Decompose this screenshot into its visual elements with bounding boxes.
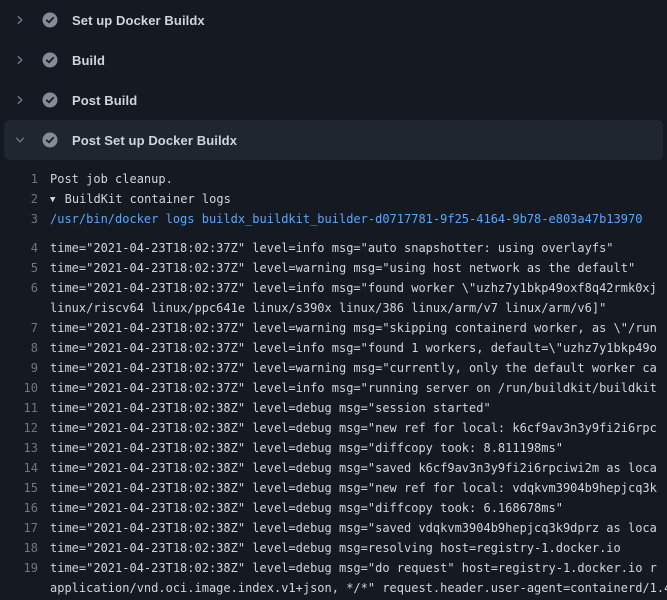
log-line-number	[0, 578, 50, 589]
log-line: 2▼ BuildKit container logs	[0, 189, 667, 209]
log-line-number[interactable]: 15	[0, 478, 50, 489]
log-line-text: time="2021-04-23T18:02:38Z" level=debug …	[50, 418, 657, 429]
log-line-text: time="2021-04-23T18:02:37Z" level=info m…	[50, 338, 657, 349]
step-header-post-set-up-docker-buildx[interactable]: Post Set up Docker Buildx	[4, 120, 663, 160]
step-label: Post Build	[72, 93, 137, 108]
log-line-text: application/vnd.oci.image.index.v1+json,…	[50, 578, 667, 589]
log-line-number[interactable]: 1	[0, 169, 50, 189]
log-group-toggle[interactable]: ▼ BuildKit container logs	[50, 189, 231, 209]
log-line-number[interactable]: 4	[0, 238, 50, 249]
log-line-text: time="2021-04-23T18:02:37Z" level=warnin…	[50, 258, 635, 269]
chevron-right-icon	[4, 54, 30, 66]
log-line-number[interactable]: 10	[0, 378, 50, 389]
log-line-number[interactable]: 2	[0, 189, 50, 209]
log-line-text: linux/riscv64 linux/ppc641e linux/s390x …	[50, 298, 606, 309]
log-line-text: time="2021-04-23T18:02:38Z" level=debug …	[50, 478, 657, 489]
step-header-set-up-docker-buildx[interactable]: Set up Docker Buildx	[4, 0, 663, 40]
log-line: 3/usr/bin/docker logs buildx_buildkit_bu…	[0, 209, 667, 229]
step-label: Post Set up Docker Buildx	[72, 133, 237, 148]
chevron-right-icon	[4, 14, 30, 26]
log-line-text: time="2021-04-23T18:02:38Z" level=debug …	[50, 498, 563, 509]
log-line-number[interactable]: 3	[0, 209, 50, 229]
step-label: Set up Docker Buildx	[72, 13, 205, 28]
steps-list: Set up Docker Buildx Build Post Build Post …	[0, 0, 667, 160]
log-line-text: time="2021-04-23T18:02:37Z" level=warnin…	[50, 318, 657, 329]
step-header-build[interactable]: Build	[4, 40, 663, 80]
log-line-number	[0, 298, 50, 309]
check-circle-icon	[42, 132, 58, 148]
log-line-number[interactable]: 6	[0, 278, 50, 289]
log-line-number[interactable]: 5	[0, 258, 50, 269]
log-line-text: time="2021-04-23T18:02:38Z" level=debug …	[50, 538, 621, 549]
step-label: Build	[72, 53, 105, 68]
log-line: 4time="2021-04-23T18:02:37Z" level=info …	[0, 229, 667, 249]
check-circle-icon	[42, 52, 58, 68]
log-line-text: time="2021-04-23T18:02:38Z" level=debug …	[50, 398, 491, 409]
log-line-number[interactable]: 17	[0, 518, 50, 529]
log-line-number[interactable]: 11	[0, 398, 50, 409]
log-command-text: /usr/bin/docker logs buildx_buildkit_bui…	[50, 209, 642, 229]
log-line-text: time="2021-04-23T18:02:38Z" level=debug …	[50, 558, 657, 569]
log-line-number[interactable]: 9	[0, 358, 50, 369]
check-circle-icon	[42, 12, 58, 28]
log-line-text: time="2021-04-23T18:02:38Z" level=debug …	[50, 438, 563, 449]
log-line-text: time="2021-04-23T18:02:37Z" level=info m…	[50, 238, 614, 249]
check-circle-icon	[42, 92, 58, 108]
log-line-text: time="2021-04-23T18:02:38Z" level=debug …	[50, 458, 657, 469]
step-header-post-build[interactable]: Post Build	[4, 80, 663, 120]
log-line-text: Post job cleanup.	[50, 169, 173, 189]
log-line-text: time="2021-04-23T18:02:38Z" level=debug …	[50, 518, 657, 529]
chevron-down-icon	[4, 134, 30, 146]
chevron-right-icon	[4, 94, 30, 106]
log-line-number[interactable]: 18	[0, 538, 50, 549]
log-line-number[interactable]: 7	[0, 318, 50, 329]
log-line-number[interactable]: 16	[0, 498, 50, 509]
log-line-text: time="2021-04-23T18:02:37Z" level=info m…	[50, 278, 657, 289]
log-line-number[interactable]: 14	[0, 458, 50, 469]
log-container: 1Post job cleanup.2▼ BuildKit container …	[0, 160, 667, 600]
log-line-text: time="2021-04-23T18:02:37Z" level=info m…	[50, 378, 657, 389]
log-line: 1Post job cleanup.	[0, 169, 667, 189]
log-line-number[interactable]: 8	[0, 338, 50, 349]
log-line-number[interactable]: 12	[0, 418, 50, 429]
log-line-text: time="2021-04-23T18:02:37Z" level=warnin…	[50, 358, 657, 369]
triangle-down-icon: ▼	[50, 190, 55, 210]
log-line-number[interactable]: 19	[0, 558, 50, 569]
log-line-number[interactable]: 13	[0, 438, 50, 449]
